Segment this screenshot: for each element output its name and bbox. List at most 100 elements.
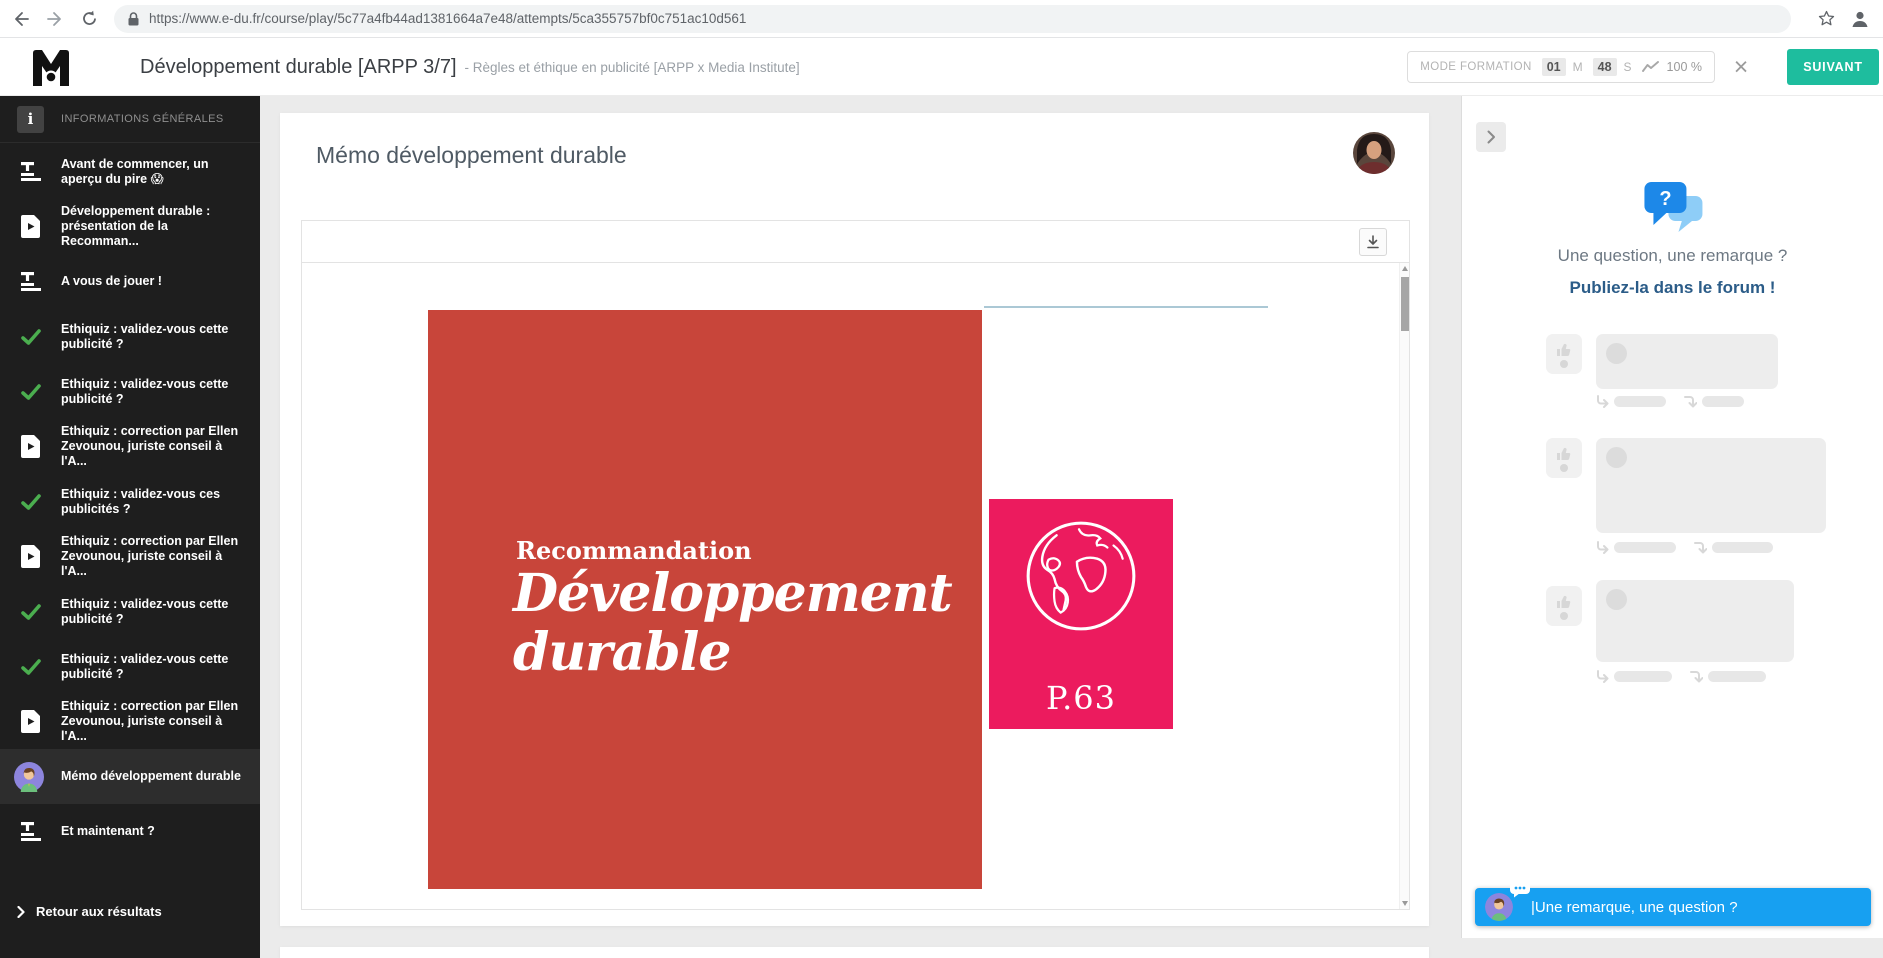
chat-input-placeholder: |Une remarque, une question ?	[1531, 899, 1738, 916]
next-section-card-edge	[280, 947, 1429, 958]
text-lesson-icon	[17, 272, 44, 291]
browser-toolbar: https://www.e-du.fr/course/play/5c77a4fb…	[0, 0, 1883, 38]
sidebar-item-ethiquiz-2[interactable]: Ethiquiz : validez-vous cette publicité …	[0, 364, 260, 419]
back-to-results-label: Retour aux résultats	[36, 904, 162, 919]
timer-seconds: 48	[1593, 58, 1617, 76]
url-bar[interactable]: https://www.e-du.fr/course/play/5c77a4fb…	[114, 5, 1791, 33]
sidebar-section-title: INFORMATIONS GÉNÉRALES	[61, 113, 224, 125]
course-title-wrap: Développement durable [ARPP 3/7] - Règle…	[140, 38, 800, 96]
download-button[interactable]	[1359, 228, 1387, 256]
svg-text:?: ?	[1659, 188, 1671, 210]
progress-chart-icon	[1642, 61, 1660, 73]
skeleton-comment	[1596, 580, 1794, 662]
bookmark-star-icon[interactable]	[1813, 6, 1839, 32]
skeleton-avatar	[1606, 447, 1627, 468]
slide-divider-line	[984, 306, 1268, 308]
chat-bubble-badge-icon	[1509, 881, 1531, 903]
sidebar-item-et-maintenant[interactable]: Et maintenant ?	[0, 804, 260, 859]
sidebar-item-ethiquiz-5[interactable]: Ethiquiz : validez-vous cette publicité …	[0, 639, 260, 694]
video-doc-icon	[17, 435, 44, 458]
skeleton-reply-row	[1596, 670, 1766, 683]
sidebar-item-correction-1[interactable]: Ethiquiz : correction par Ellen Zevounou…	[0, 419, 260, 474]
lesson-title: Mémo développement durable	[316, 142, 627, 169]
forward-icon[interactable]	[42, 6, 68, 32]
video-doc-icon	[17, 710, 44, 733]
refresh-icon[interactable]	[76, 6, 102, 32]
app-header: Développement durable [ARPP 3/7] - Règle…	[0, 38, 1883, 96]
check-icon	[17, 494, 44, 510]
slide-kicker: Recommandation	[516, 536, 752, 565]
video-doc-icon	[17, 215, 44, 238]
lesson-avatar-icon	[17, 761, 44, 793]
skeleton-like-box	[1546, 586, 1582, 626]
check-icon	[17, 659, 44, 675]
skeleton-reply-row	[1596, 395, 1744, 408]
author-avatar	[1353, 132, 1395, 174]
skeleton-like-box	[1546, 334, 1582, 374]
sidebar-item-list: Avant de commencer, un aperçu du pire 😱 …	[0, 144, 260, 859]
timer-seconds-unit: S	[1624, 60, 1632, 74]
check-icon	[17, 604, 44, 620]
forum-publish-link[interactable]: Publiez-la dans le forum !	[1462, 278, 1883, 298]
viewer-content: Recommandation Développement durable	[302, 263, 1409, 909]
slide-cover: Recommandation Développement durable	[428, 310, 982, 889]
lock-icon	[128, 12, 139, 26]
text-lesson-icon	[17, 822, 44, 841]
timer-minutes: 01	[1542, 58, 1566, 76]
skeleton-reply-row	[1596, 541, 1773, 554]
profile-icon[interactable]	[1847, 6, 1873, 32]
lesson-card: Mémo développement durable Recommandatio…	[280, 113, 1429, 926]
sidebar-item-correction-3[interactable]: Ethiquiz : correction par Ellen Zevounou…	[0, 694, 260, 749]
skeleton-comment	[1596, 334, 1778, 389]
skeleton-comment	[1596, 438, 1826, 533]
check-icon	[17, 329, 44, 345]
sidebar-item-correction-2[interactable]: Ethiquiz : correction par Ellen Zevounou…	[0, 529, 260, 584]
back-to-results-link[interactable]: Retour aux résultats	[17, 904, 162, 919]
forum-panel: ? Une question, une remarque ? Publiez-l…	[1461, 96, 1883, 938]
scroll-down-arrow-icon[interactable]	[1402, 901, 1408, 906]
forum-prompt: Une question, une remarque ?	[1462, 246, 1883, 266]
back-icon[interactable]	[8, 6, 34, 32]
info-icon: i	[17, 106, 44, 133]
sidebar-item-ethiquiz-4[interactable]: Ethiquiz : validez-vous cette publicité …	[0, 584, 260, 639]
media-institute-logo-icon[interactable]	[28, 45, 74, 91]
question-bubbles-icon: ?	[1640, 180, 1714, 243]
course-title: Développement durable [ARPP 3/7]	[140, 56, 457, 79]
slide-page-badge: P.63	[989, 499, 1173, 729]
sidebar-item-presentation-recommandation[interactable]: Développement durable : présentation de …	[0, 199, 260, 254]
course-outline-sidebar: i INFORMATIONS GÉNÉRALES Avant de commen…	[0, 96, 260, 958]
text-lesson-icon	[17, 162, 44, 181]
video-doc-icon	[17, 545, 44, 568]
skeleton-avatar	[1606, 343, 1627, 364]
progress-value: 100 %	[1667, 60, 1702, 74]
document-viewer: Recommandation Développement durable	[301, 220, 1410, 910]
chevron-right-icon	[17, 906, 25, 918]
sidebar-item-memo-developpement-durable[interactable]: Mémo développement durable	[0, 749, 260, 804]
sidebar-section-header: i INFORMATIONS GÉNÉRALES	[0, 96, 260, 143]
chevron-right-icon	[1487, 130, 1496, 144]
next-button[interactable]: SUIVANT	[1787, 49, 1879, 85]
viewer-toolbar	[302, 221, 1409, 263]
mode-formation-box: MODE FORMATION 01 M 48 S 100 %	[1407, 51, 1715, 83]
scrollbar-thumb[interactable]	[1401, 277, 1409, 331]
close-icon[interactable]: ×	[1726, 52, 1756, 82]
skeleton-like-box	[1546, 438, 1582, 478]
download-icon	[1366, 235, 1380, 249]
mode-label: MODE FORMATION	[1420, 61, 1531, 73]
slide-title: Développement durable	[513, 564, 952, 682]
scroll-up-arrow-icon[interactable]	[1402, 266, 1408, 271]
viewer-scrollbar[interactable]	[1399, 263, 1409, 909]
page-reference: P.63	[989, 679, 1173, 717]
chat-input-bar[interactable]: |Une remarque, une question ?	[1475, 888, 1871, 926]
sidebar-item-apercu-du-pire[interactable]: Avant de commencer, un aperçu du pire 😱	[0, 144, 260, 199]
globe-icon	[1020, 515, 1142, 642]
sidebar-item-a-vous-de-jouer[interactable]: A vous de jouer !	[0, 254, 260, 309]
url-text: https://www.e-du.fr/course/play/5c77a4fb…	[149, 11, 746, 26]
sidebar-item-ethiquiz-3[interactable]: Ethiquiz : validez-vous ces publicités ?	[0, 474, 260, 529]
check-icon	[17, 384, 44, 400]
sidebar-item-ethiquiz-1[interactable]: Ethiquiz : validez-vous cette publicité …	[0, 309, 260, 364]
collapse-panel-button[interactable]	[1476, 122, 1506, 152]
timer-minutes-unit: M	[1573, 60, 1583, 74]
course-subtitle: - Règles et éthique en publicité [ARPP x…	[465, 60, 800, 75]
skeleton-avatar	[1606, 589, 1627, 610]
